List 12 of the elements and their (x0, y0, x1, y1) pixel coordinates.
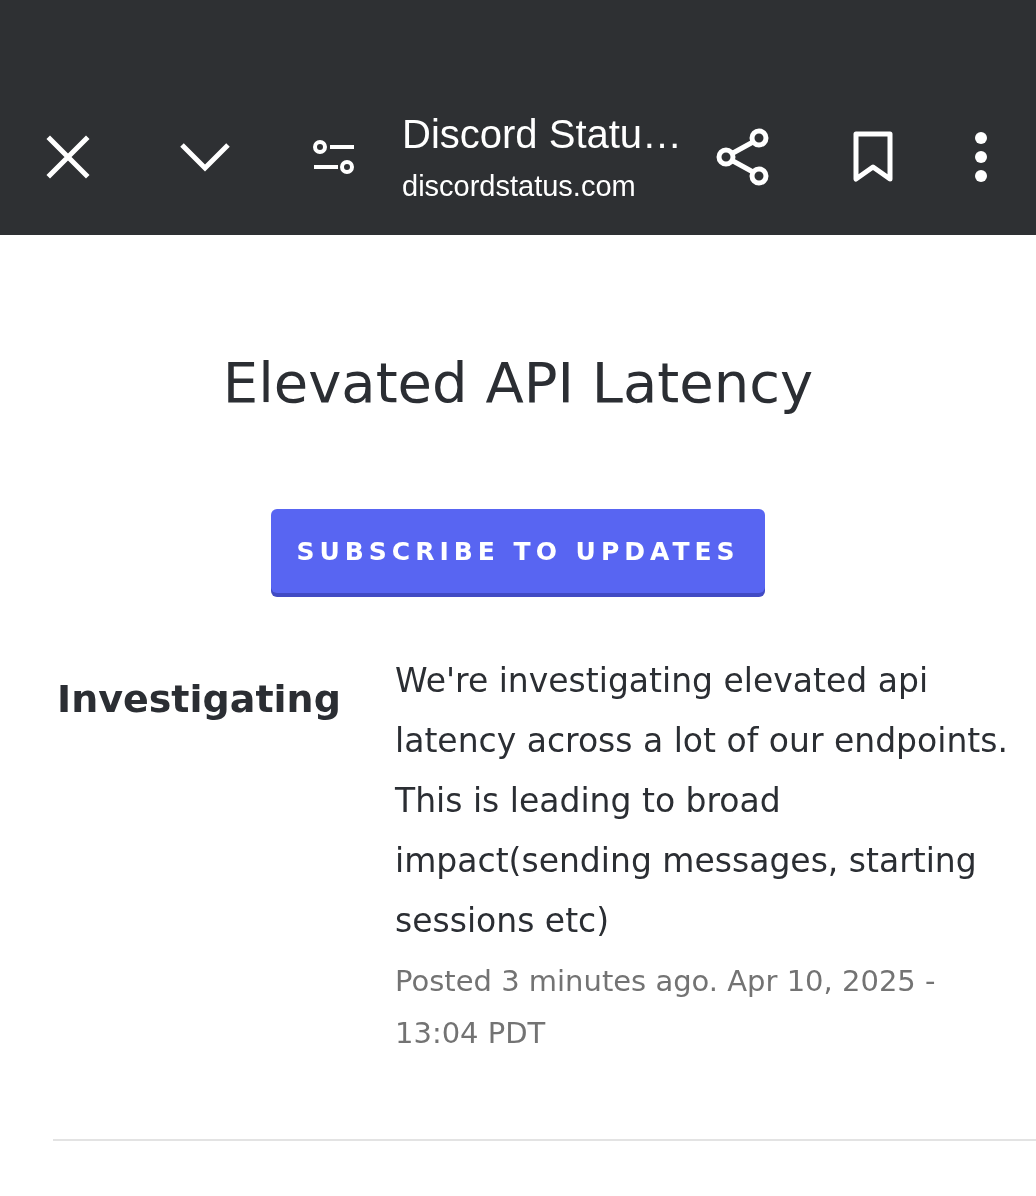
posted-time: Posted 3 minutes ago. Apr 10, 2025 - 13:04 PDT (395, 963, 937, 1052)
chevron-down-icon[interactable] (179, 141, 231, 172)
sliders-icon[interactable] (312, 138, 356, 175)
more-icon[interactable] (973, 130, 989, 183)
bookmark-icon[interactable] (852, 130, 894, 183)
update-status: Investigating (57, 676, 342, 723)
page-title: Discord Statu… (402, 110, 684, 158)
share-icon[interactable] (716, 127, 770, 186)
update-message: We're investigating elevated api latency across a lot of our endpoints. This is leading to broad impact(sending messages, starting sessions etc) (395, 660, 1009, 942)
close-icon[interactable] (46, 134, 90, 179)
incident-title: Elevated API Latency (221, 349, 815, 417)
page-url: discordstatus.com (402, 168, 637, 204)
